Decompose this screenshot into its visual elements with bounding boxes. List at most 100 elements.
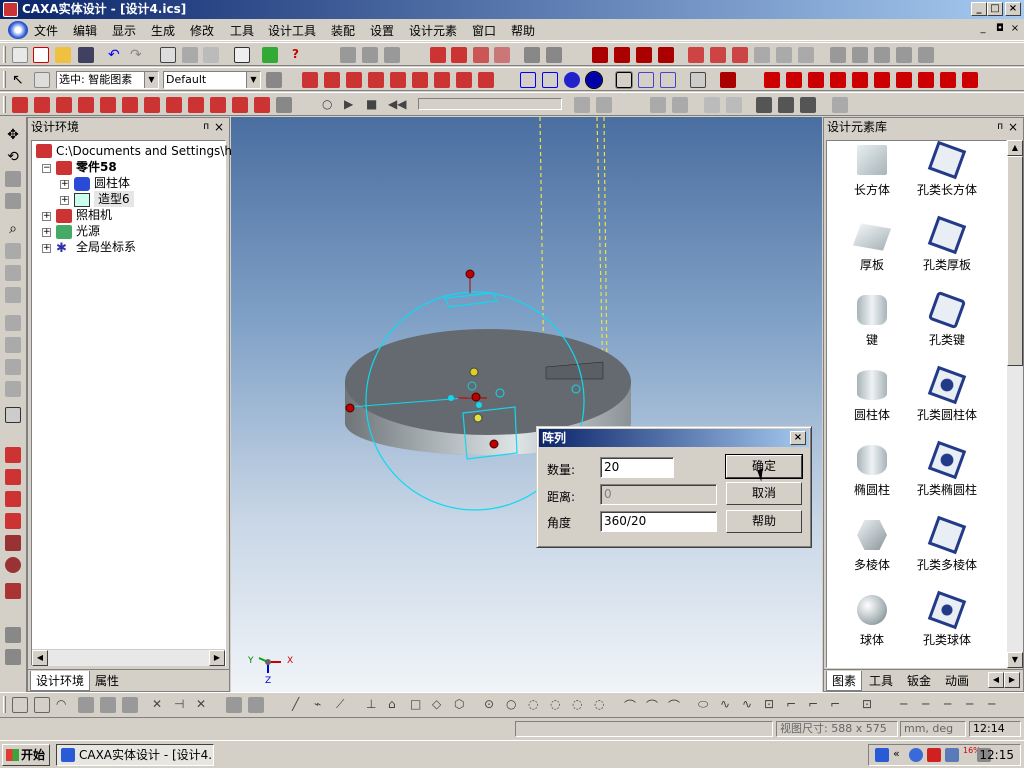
rotate-icon[interactable]: ⟲ <box>5 149 21 165</box>
select-filter-icon[interactable] <box>34 72 50 88</box>
camera-move-icon[interactable] <box>5 315 21 331</box>
library-vertical-scrollbar[interactable]: ▲ ▼ <box>1007 140 1023 668</box>
shaded-sphere-icon[interactable] <box>564 72 580 88</box>
edit-icon-11[interactable] <box>232 97 248 113</box>
scale-icon[interactable] <box>248 697 264 713</box>
render-icon-4[interactable] <box>494 47 510 63</box>
panel-close-button[interactable]: × <box>214 118 224 136</box>
smart-render-icon-3[interactable] <box>636 47 652 63</box>
stamp-icon[interactable] <box>122 697 138 713</box>
tab-tools[interactable]: 工具 <box>864 671 898 691</box>
material-icon[interactable] <box>720 72 736 88</box>
surface-icon-1[interactable] <box>688 47 704 63</box>
menu-edit[interactable]: 编辑 <box>73 22 97 39</box>
mdi-close-button[interactable]: × <box>1008 23 1022 36</box>
library-item-hole-box[interactable]: 孔类长方体 <box>902 141 992 216</box>
wireframe-icon[interactable] <box>615 71 633 89</box>
brush-icon[interactable] <box>5 649 21 665</box>
sketch-line-icon[interactable]: ─ <box>900 697 916 713</box>
line-icon[interactable]: ╱ <box>292 697 308 713</box>
sketch-end-icon[interactable]: ⌐ <box>830 697 846 713</box>
tree-item-shape[interactable]: 造型6 <box>94 191 134 207</box>
copy-icon[interactable] <box>182 47 198 63</box>
smart-render-icon-2[interactable] <box>614 47 630 63</box>
sketch-vline-icon[interactable]: ─ <box>944 697 960 713</box>
anim-tool-icon-5[interactable] <box>800 97 816 113</box>
edit-icon-1[interactable] <box>12 97 28 113</box>
anim-tool-icon-4[interactable] <box>778 97 794 113</box>
save-icon[interactable] <box>78 47 94 63</box>
break-icon[interactable]: ✕ <box>196 697 212 713</box>
view-box-icon[interactable] <box>520 72 536 88</box>
paste-icon[interactable] <box>203 47 219 63</box>
menu-assembly[interactable]: 装配 <box>331 22 355 39</box>
sketch-icon-3[interactable] <box>5 491 21 507</box>
view-box2-icon[interactable] <box>542 72 558 88</box>
edit-icon-8[interactable] <box>166 97 182 113</box>
help-pointer-icon[interactable]: ? <box>292 47 308 63</box>
mirror-icon[interactable] <box>226 697 242 713</box>
mdi-minimize-button[interactable]: _ <box>976 23 990 36</box>
scroll-down-button[interactable]: ▼ <box>1007 652 1023 668</box>
crop-icon[interactable] <box>34 697 50 713</box>
library-item-hole-elliptic-cylinder[interactable]: 孔类椭圆柱 <box>902 440 992 516</box>
feature-icon-1[interactable] <box>764 72 780 88</box>
chamfer-icon[interactable]: ⌐ <box>808 697 824 713</box>
menu-settings[interactable]: 设置 <box>370 22 394 39</box>
tray-network-icon[interactable] <box>945 748 959 762</box>
library-item-hole-prism[interactable]: 孔类多棱体 <box>902 515 992 591</box>
maximize-button[interactable]: □ <box>987 2 1003 16</box>
start-button[interactable]: 开始 <box>2 744 50 766</box>
menu-design-elements[interactable]: 设计元素 <box>409 22 457 39</box>
bend-icon[interactable] <box>100 697 116 713</box>
smart-render-icon-4[interactable] <box>658 47 674 63</box>
tool-icon-3[interactable] <box>384 47 400 63</box>
ellipse-icon[interactable]: ⬭ <box>698 697 714 713</box>
menu-modify[interactable]: 修改 <box>190 22 214 39</box>
tree-item-global-coords[interactable]: 全局坐标系 <box>76 239 136 255</box>
tree-item-camera[interactable]: 照相机 <box>76 207 112 223</box>
project-icon[interactable]: ⊡ <box>764 697 780 713</box>
select-icon[interactable] <box>160 47 176 63</box>
scroll-thumb[interactable] <box>1007 156 1023 366</box>
orbit-icon[interactable] <box>5 171 21 187</box>
light-icon-1[interactable] <box>650 97 666 113</box>
edit-icon-5[interactable] <box>100 97 116 113</box>
open-icon[interactable] <box>55 47 71 63</box>
style-dropdown[interactable]: Default ▼ <box>163 71 261 89</box>
sketch-icon-4[interactable] <box>5 513 21 529</box>
feature-icon-7[interactable] <box>896 72 912 88</box>
panel-close-button[interactable]: × <box>1008 118 1018 136</box>
constraint-icon[interactable]: ⌂ <box>388 697 404 713</box>
new-design-icon[interactable] <box>33 47 49 63</box>
chevron-down-icon[interactable]: ▼ <box>144 72 158 88</box>
tree-expand-button[interactable]: + <box>42 244 51 253</box>
menu-generate[interactable]: 生成 <box>151 22 175 39</box>
circle-2pt-icon[interactable]: ◌ <box>572 697 588 713</box>
hexagon-icon[interactable]: ⬡ <box>454 697 470 713</box>
taskbar-clock[interactable]: 12:15 <box>979 745 1014 765</box>
diamond-icon[interactable]: ◇ <box>432 697 448 713</box>
arc-3pt-icon[interactable]: ⌒ <box>624 697 640 713</box>
circle-3pt-icon[interactable]: ◌ <box>528 697 544 713</box>
misc-icon-3[interactable] <box>874 47 890 63</box>
scroll-left-button[interactable]: ◀ <box>32 650 48 666</box>
dialog-titlebar[interactable]: 阵列 × <box>539 429 809 447</box>
display-icon[interactable] <box>690 72 706 88</box>
feature-icon-10[interactable] <box>962 72 978 88</box>
redo-icon[interactable]: ↷ <box>130 47 146 63</box>
new-icon[interactable] <box>12 47 28 63</box>
scroll-up-button[interactable]: ▲ <box>1007 140 1023 156</box>
transform-icon-3[interactable] <box>346 72 362 88</box>
surface-icon-2[interactable] <box>710 47 726 63</box>
tab-animation[interactable]: 动画 <box>940 671 974 691</box>
sketch-icon-6[interactable] <box>5 557 21 573</box>
3d-viewport[interactable]: Y X Z <box>231 117 822 692</box>
misc-icon-2[interactable] <box>852 47 868 63</box>
window-titlebar[interactable]: CAXA实体设计 - [设计4.ics] _ □ × <box>0 0 1024 19</box>
sketch-ortho-icon[interactable]: ─ <box>988 697 1004 713</box>
tab-scroll-right-button[interactable]: ▶ <box>1004 672 1020 688</box>
smart-render-icon-1[interactable] <box>592 47 608 63</box>
render-icon-1[interactable] <box>430 47 446 63</box>
animation-slider[interactable] <box>418 98 562 110</box>
